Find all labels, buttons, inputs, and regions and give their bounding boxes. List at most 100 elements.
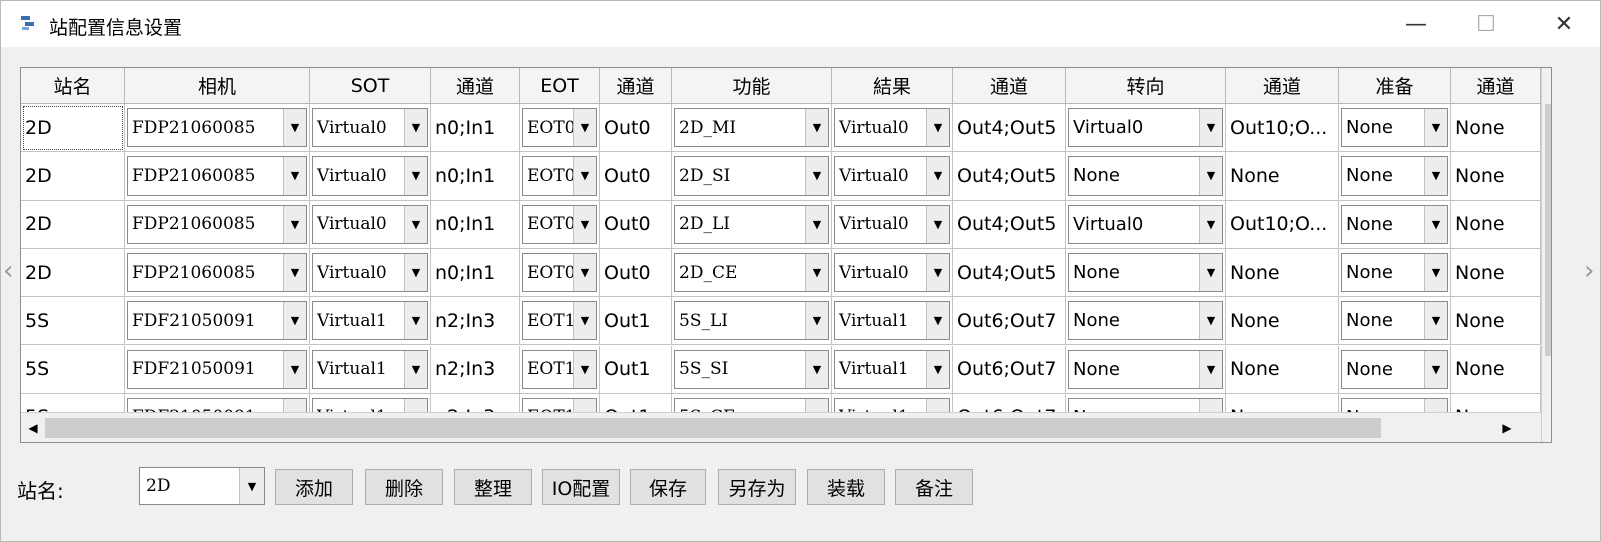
cell-eot[interactable]: EOT0 ▼ bbox=[520, 152, 600, 201]
cell-result[interactable]: Virtual0 ▼ bbox=[832, 200, 953, 249]
chevron-down-icon[interactable]: ▼ bbox=[573, 253, 596, 292]
cell-eot[interactable]: EOT0 ▼ bbox=[520, 104, 600, 153]
cell-ready[interactable]: None ▼ bbox=[1339, 104, 1451, 153]
save-button[interactable]: 保存 bbox=[630, 469, 706, 505]
column-header-turn-channel[interactable]: 通道 bbox=[1226, 68, 1339, 104]
cell-ready-channel[interactable]: None bbox=[1451, 152, 1541, 201]
column-header-sot-channel[interactable]: 通道 bbox=[431, 68, 520, 104]
sot-select[interactable]: Virtual1 ▼ bbox=[312, 349, 428, 389]
eot-select[interactable]: EOT0 ▼ bbox=[522, 108, 597, 148]
ready-select[interactable]: None ▼ bbox=[1341, 301, 1448, 341]
column-header-function[interactable]: 功能 bbox=[672, 68, 832, 104]
sot-select[interactable]: Virtual0 ▼ bbox=[312, 108, 428, 148]
add-button[interactable]: 添加 bbox=[275, 469, 353, 505]
cell-turn-channel[interactable]: Out10;O... bbox=[1226, 200, 1339, 249]
horizontal-scrollbar[interactable]: ◀ ▶ bbox=[21, 412, 1541, 442]
column-header-eot-channel[interactable]: 通道 bbox=[600, 68, 672, 104]
cell-ready[interactable]: None ▼ bbox=[1339, 345, 1451, 394]
chevron-down-icon[interactable]: ▼ bbox=[404, 302, 427, 340]
camera-select[interactable]: FDP21060085 ▼ bbox=[127, 204, 307, 244]
cell-station[interactable]: 2D bbox=[21, 200, 125, 249]
chevron-down-icon[interactable]: ▼ bbox=[1424, 350, 1447, 388]
result-select[interactable]: Virtual0 ▼ bbox=[834, 156, 950, 196]
function-select[interactable]: 5S_SI ▼ bbox=[674, 349, 829, 389]
function-select[interactable]: 2D_SI ▼ bbox=[674, 156, 829, 196]
close-button[interactable]: ✕ bbox=[1534, 1, 1594, 47]
column-header-result-channel[interactable]: 通道 bbox=[953, 68, 1066, 104]
column-header-ready[interactable]: 准备 bbox=[1339, 68, 1451, 104]
cell-ready[interactable]: None ▼ bbox=[1339, 297, 1451, 346]
chevron-down-icon[interactable]: ▼ bbox=[805, 109, 828, 147]
cell-turn[interactable]: None ▼ bbox=[1066, 248, 1226, 298]
cell-function[interactable]: 2D_LI ▼ bbox=[672, 200, 832, 249]
cell-eot-channel[interactable]: Out0 bbox=[600, 248, 672, 298]
minimize-button[interactable]: — bbox=[1386, 1, 1446, 47]
turn-select[interactable]: None ▼ bbox=[1068, 301, 1223, 341]
chevron-down-icon[interactable]: ▼ bbox=[926, 302, 949, 340]
chevron-down-icon[interactable]: ▼ bbox=[805, 205, 828, 243]
chevron-down-icon[interactable]: ▼ bbox=[1199, 109, 1222, 147]
cell-function[interactable]: 2D_CE ▼ bbox=[672, 248, 832, 298]
chevron-down-icon[interactable]: ▼ bbox=[573, 350, 596, 388]
cell-eot[interactable]: EOT1▼ bbox=[520, 345, 600, 394]
chevron-down-icon[interactable]: ▼ bbox=[1424, 302, 1447, 340]
column-header-ready-channel[interactable]: 通道 bbox=[1451, 68, 1541, 104]
cell-turn[interactable]: None ▼ bbox=[1066, 152, 1226, 201]
cell-ready[interactable]: None ▼ bbox=[1339, 248, 1451, 298]
cell-turn[interactable]: None ▼ bbox=[1066, 297, 1226, 346]
cell-result[interactable]: Virtual1 ▼ bbox=[832, 345, 953, 394]
chevron-down-icon[interactable]: ▼ bbox=[404, 109, 427, 147]
station-name-select[interactable]: 2D ▼ bbox=[139, 467, 265, 505]
chevron-down-icon[interactable]: ▼ bbox=[283, 253, 306, 292]
chevron-down-icon[interactable]: ▼ bbox=[283, 157, 306, 195]
cell-camera[interactable]: FDP21060085 ▼ bbox=[125, 200, 310, 249]
io-config-button[interactable]: IO配置 bbox=[542, 469, 620, 505]
column-header-station[interactable]: 站名 bbox=[21, 68, 125, 104]
chevron-down-icon[interactable]: ▼ bbox=[1424, 157, 1447, 195]
camera-select[interactable]: FDP21060085 ▼ bbox=[127, 252, 307, 293]
cell-sot[interactable]: Virtual0 ▼ bbox=[310, 152, 431, 201]
chevron-down-icon[interactable]: ▼ bbox=[1199, 253, 1222, 292]
cell-turn[interactable]: Virtual0 ▼ bbox=[1066, 104, 1226, 153]
chevron-down-icon[interactable]: ▼ bbox=[926, 350, 949, 388]
cell-eot-channel[interactable]: Out0 bbox=[600, 200, 672, 249]
cell-camera[interactable]: FDP21060085 ▼ bbox=[125, 104, 310, 153]
function-select[interactable]: 2D_CE ▼ bbox=[674, 252, 829, 293]
chevron-down-icon[interactable]: ▼ bbox=[283, 205, 306, 243]
cell-camera[interactable]: FDP21060085 ▼ bbox=[125, 152, 310, 201]
cell-ready-channel[interactable]: None bbox=[1451, 345, 1541, 394]
chevron-down-icon[interactable]: ▼ bbox=[805, 350, 828, 388]
camera-select[interactable]: FDP21060085 ▼ bbox=[127, 156, 307, 196]
cell-result-channel[interactable]: Out6;Out7 bbox=[953, 345, 1066, 394]
ready-select[interactable]: None ▼ bbox=[1341, 204, 1448, 244]
cell-sot[interactable]: Virtual1 ▼ bbox=[310, 345, 431, 394]
cell-camera[interactable]: FDF21050091 ▼ bbox=[125, 297, 310, 346]
cell-sot-channel[interactable]: n0;In1 bbox=[431, 200, 520, 249]
cell-ready-channel[interactable]: None bbox=[1451, 200, 1541, 249]
result-select[interactable]: Virtual0 ▼ bbox=[834, 252, 950, 293]
result-select[interactable]: Virtual1 ▼ bbox=[834, 301, 950, 341]
cell-station[interactable]: 5S bbox=[21, 345, 125, 394]
chevron-down-icon[interactable]: ▼ bbox=[283, 350, 306, 388]
cell-eot-channel[interactable]: Out1 bbox=[600, 297, 672, 346]
cell-function[interactable]: 5S_SI ▼ bbox=[672, 345, 832, 394]
turn-select[interactable]: None ▼ bbox=[1068, 252, 1223, 293]
cell-sot-channel[interactable]: n0;In1 bbox=[431, 248, 520, 298]
ready-select[interactable]: None ▼ bbox=[1341, 252, 1448, 293]
cell-ready-channel[interactable]: None bbox=[1451, 104, 1541, 153]
cell-sot-channel[interactable]: n0;In1 bbox=[431, 104, 520, 153]
cell-result[interactable]: Virtual0 ▼ bbox=[832, 104, 953, 153]
cell-sot-channel[interactable]: n2;In3 bbox=[431, 345, 520, 394]
cell-eot[interactable]: EOT0 ▼ bbox=[520, 248, 600, 298]
cell-turn-channel[interactable]: None bbox=[1226, 345, 1339, 394]
maximize-button[interactable]: ☐ bbox=[1456, 1, 1516, 47]
turn-select[interactable]: Virtual0 ▼ bbox=[1068, 204, 1223, 244]
vertical-scrollbar[interactable]: ▲ ▼ bbox=[1541, 68, 1551, 442]
cell-turn[interactable]: None ▼ bbox=[1066, 345, 1226, 394]
chevron-down-icon[interactable]: ▼ bbox=[1199, 302, 1222, 340]
chevron-down-icon[interactable]: ▼ bbox=[404, 253, 427, 292]
chevron-down-icon[interactable]: ▼ bbox=[404, 350, 427, 388]
chevron-down-icon[interactable]: ▼ bbox=[926, 205, 949, 243]
cell-sot[interactable]: Virtual0 ▼ bbox=[310, 104, 431, 153]
cell-turn-channel[interactable]: Out10;O... bbox=[1226, 104, 1339, 153]
